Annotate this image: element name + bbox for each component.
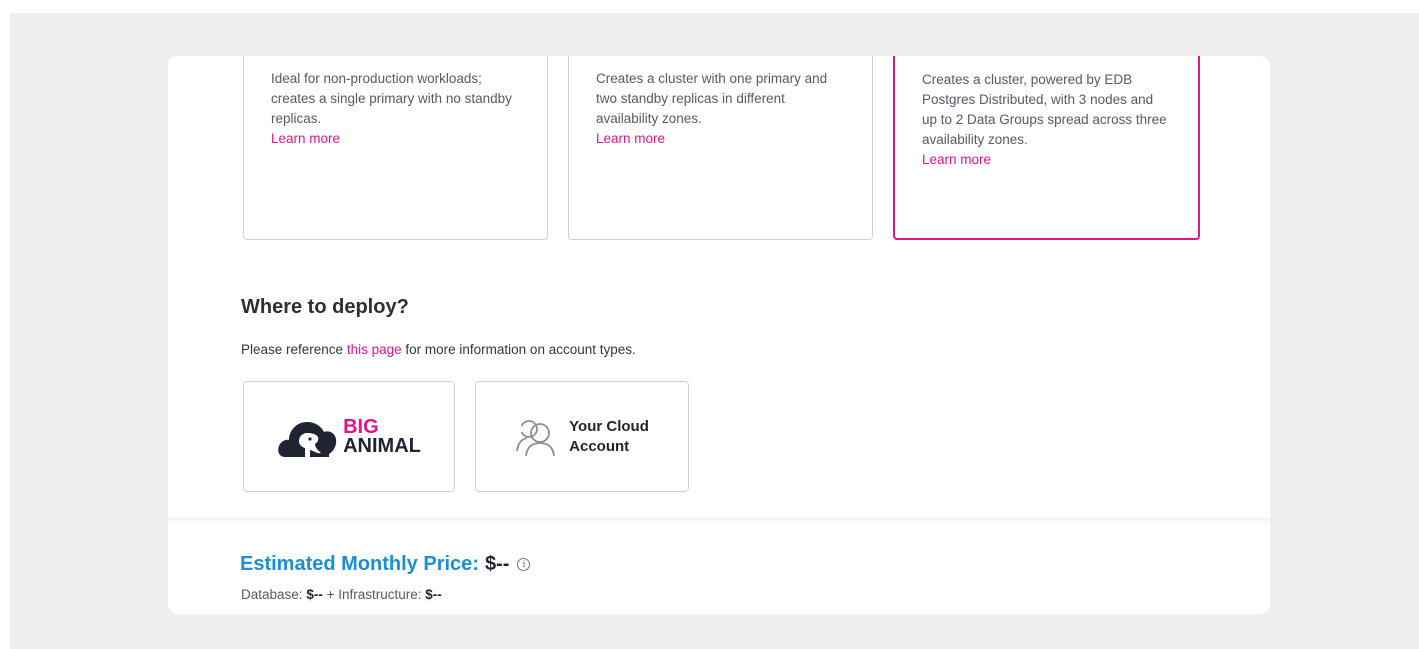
deploy-option-biganimal[interactable]: BIG ANIMAL <box>243 381 455 492</box>
this-page-link[interactable]: this page <box>347 342 402 357</box>
learn-more-link[interactable]: Learn more <box>271 129 340 149</box>
estimated-price: Estimated Monthly Price: $-- i <box>240 553 531 576</box>
deploy-option-your-cloud-account[interactable]: Your Cloud Account <box>475 381 689 492</box>
price-breakdown: Database: $-- + Infrastructure: $-- <box>241 587 442 602</box>
cluster-type-description: Creates a cluster with one primary and t… <box>596 71 828 126</box>
cloud-account-label: Your Cloud Account <box>569 417 649 457</box>
cluster-type-card-high-availability[interactable]: Creates a cluster with one primary and t… <box>568 56 873 240</box>
cloud-account-line1: Your Cloud <box>569 417 649 435</box>
reference-suffix: for more information on account types. <box>405 342 636 357</box>
users-icon <box>516 419 556 456</box>
database-value: $-- <box>306 587 323 602</box>
cluster-type-description: Ideal for non-production workloads; crea… <box>271 71 512 126</box>
learn-more-link[interactable]: Learn more <box>596 129 665 149</box>
reference-prefix: Please reference <box>241 342 344 357</box>
cluster-type-card-distributed[interactable]: Creates a cluster, powered by EDB Postgr… <box>893 56 1200 240</box>
brand-big: BIG <box>343 415 379 438</box>
learn-more-link[interactable]: Learn more <box>922 150 991 170</box>
infrastructure-label: Infrastructure: <box>338 587 422 602</box>
cloud-account-line2: Account <box>569 437 630 455</box>
biganimal-wordmark: BIG ANIMAL <box>343 415 421 457</box>
info-icon[interactable]: i <box>517 558 531 571</box>
price-label: Estimated Monthly Price: <box>240 553 479 575</box>
cluster-type-card-single-node[interactable]: Ideal for non-production workloads; crea… <box>243 56 548 240</box>
biganimal-logo: BIG ANIMAL <box>277 413 421 461</box>
section-divider <box>168 518 1270 524</box>
infrastructure-value: $-- <box>425 587 442 602</box>
brand-animal: ANIMAL <box>343 434 421 457</box>
price-value: $-- <box>484 553 510 575</box>
cluster-type-description: Creates a cluster, powered by EDB Postgr… <box>922 72 1167 147</box>
account-reference-text: Please reference this page for more info… <box>241 342 636 357</box>
section-title: Where to deploy? <box>241 296 409 318</box>
create-cluster-panel: Ideal for non-production workloads; crea… <box>168 56 1270 614</box>
database-label: Database: <box>241 587 303 602</box>
plus-sign: + <box>326 587 335 602</box>
biganimal-logo-icon <box>278 421 337 457</box>
cloud-account-content: Your Cloud Account <box>515 417 649 457</box>
